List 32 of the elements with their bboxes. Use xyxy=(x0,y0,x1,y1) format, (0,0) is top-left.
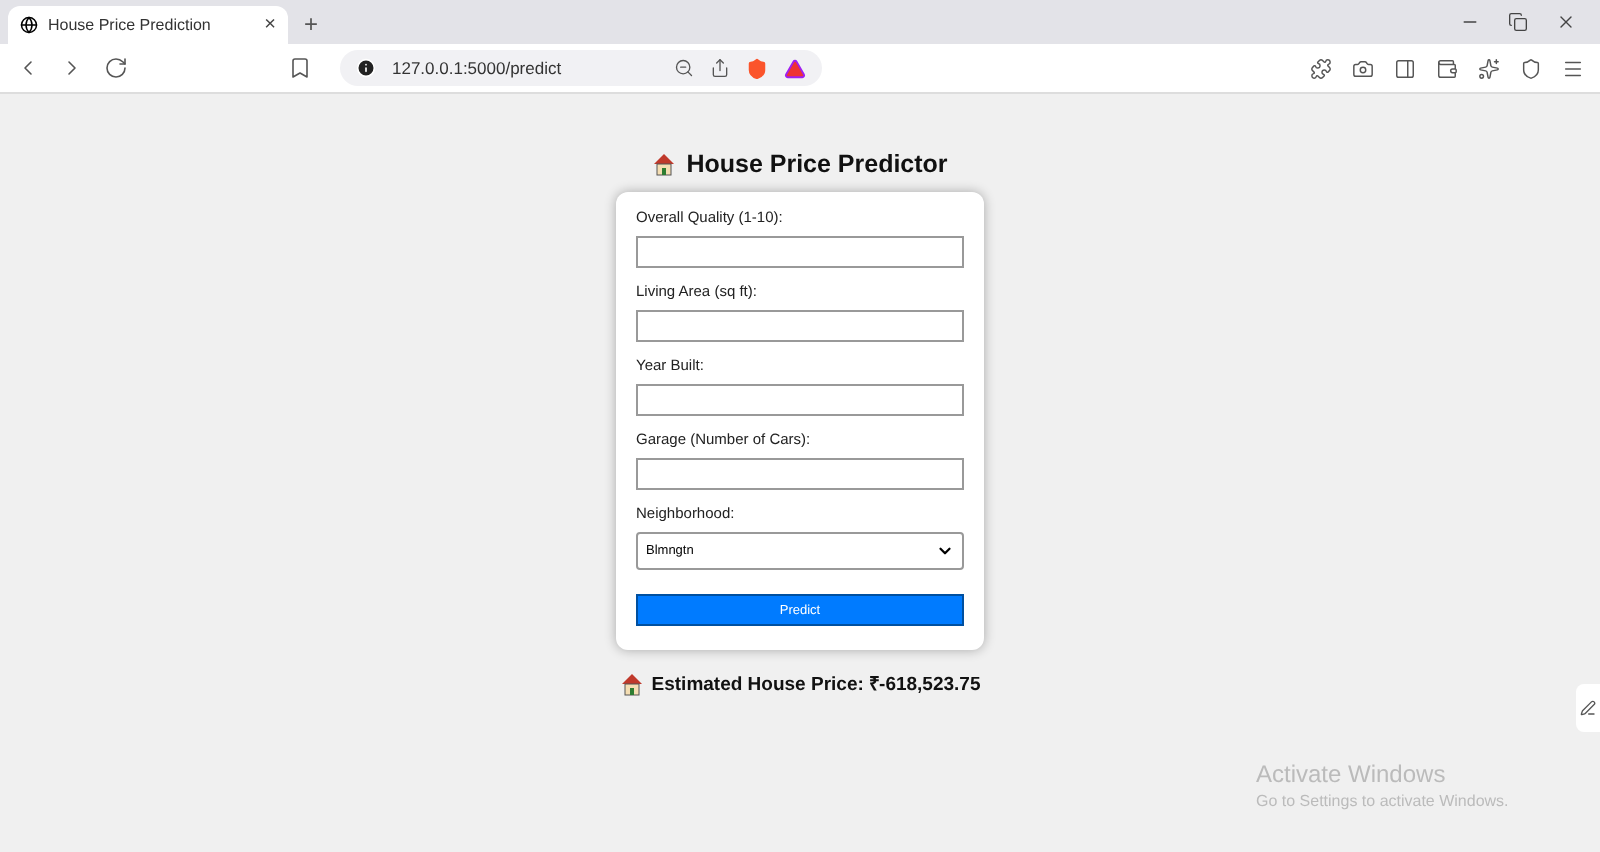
tab-title: House Price Prediction xyxy=(48,16,213,34)
input-field[interactable] xyxy=(636,458,964,490)
input-field[interactable] xyxy=(636,310,964,342)
zoom-out-icon[interactable] xyxy=(673,58,693,78)
restore-icon[interactable] xyxy=(1508,12,1528,32)
house-icon xyxy=(619,671,644,695)
page-title: House Price Predictor xyxy=(686,150,948,178)
reload-icon[interactable] xyxy=(104,56,128,80)
address-bar[interactable]: 127.0.0.1:5000/predict xyxy=(340,50,821,86)
triangle-icon[interactable] xyxy=(783,57,805,79)
result-text: Estimated House Price: ₹-618,523.75 xyxy=(651,672,981,696)
new-tab-button[interactable]: + xyxy=(304,10,319,38)
pen-icon xyxy=(1580,700,1596,716)
extensions-icon[interactable] xyxy=(1310,57,1332,79)
share-icon[interactable] xyxy=(709,58,729,78)
input-field[interactable] xyxy=(636,236,964,268)
side-panel-tab[interactable] xyxy=(1576,684,1600,732)
close-icon[interactable] xyxy=(1556,12,1576,32)
input-field[interactable] xyxy=(636,384,964,416)
sparkle-icon[interactable] xyxy=(1478,57,1500,79)
bookmark-icon[interactable] xyxy=(288,56,312,80)
globe-icon xyxy=(20,16,38,34)
screenshot-icon[interactable] xyxy=(1352,57,1374,79)
chevron-down-icon xyxy=(936,542,954,560)
wallet-icon[interactable] xyxy=(1436,57,1458,79)
shield-icon[interactable] xyxy=(1520,57,1542,79)
browser-tab[interactable]: House Price Prediction × xyxy=(8,6,288,44)
menu-icon[interactable] xyxy=(1562,57,1584,79)
house-icon xyxy=(652,152,677,176)
info-icon xyxy=(356,58,376,78)
sidebar-icon[interactable] xyxy=(1394,57,1416,79)
close-tab-button[interactable]: × xyxy=(264,14,276,36)
